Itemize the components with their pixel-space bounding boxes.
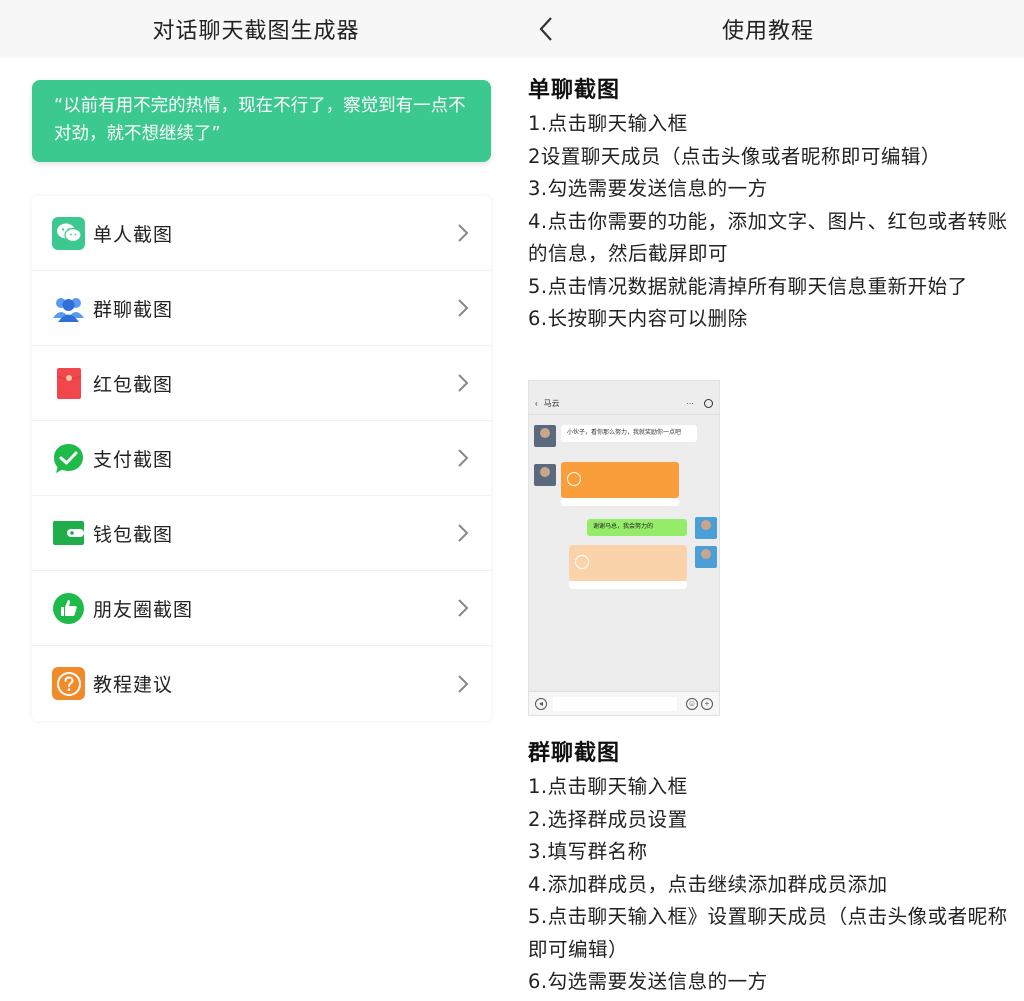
page-title: 对话聊天截图生成器 [152,19,360,44]
single-chat-steps: 1.点击聊天输入框 2设置聊天成员（点击头像或者昵称即可编辑） 3.勾选需要发送… [528,108,1018,336]
preview-avatar [695,517,717,539]
menu-item-moments[interactable]: 朋友圈截图 [32,571,491,646]
menu-label: 钱包截图 [93,523,174,546]
preview-message-bubble: 谢谢马总，我会努力的 [587,519,687,536]
chevron-right-icon [458,224,469,242]
quote-card: “以前有用不完的热情，现在不行了，察觉到有一点不对劲，就不想继续了” [32,80,491,162]
chevron-right-icon [458,299,469,317]
preview-plus-icon: + [701,697,713,710]
menu-item-group-chat[interactable]: 群聊截图 [32,271,491,346]
quote-text: “以前有用不完的热情，现在不行了，察觉到有一点不对劲，就不想继续了” [54,96,466,144]
step-item: 6.长按聊天内容可以删除 [528,307,748,330]
preview-input-bar: ◂ ☺ + [529,691,719,715]
step-item: 2设置聊天成员（点击头像或者昵称即可编辑） [528,144,941,168]
wallet-icon [52,517,85,550]
step-item: 4.添加群成员，点击继续添加群成员添加 [528,872,888,896]
preview-nav-bar: ‹ 马云 ··· [529,393,719,415]
step-item: 3.勾选需要发送信息的一方 [528,177,768,200]
preview-message-bubble: 小伙子，看你那么努力，我就奖励你一点吧 [561,425,697,442]
preview-transfer-card [569,545,687,581]
preview-avatar [534,425,556,447]
back-arrow-icon[interactable] [534,13,558,45]
step-item: 4.点击你需要的功能，添加文字、图片、红包或者转账的信息，然后截屏即可 [528,209,1008,266]
step-item: 6.勾选需要发送信息的一方 [528,970,768,993]
step-item: 5.点击聊天输入框》设置聊天成员（点击头像或者昵称即可编辑） [528,905,1008,961]
section-title-group-chat: 群聊截图 [528,741,621,766]
menu-label: 群聊截图 [93,298,174,321]
transfer-icon [567,472,581,486]
help-question-icon [52,667,85,700]
wechat-chat-icon [52,216,85,250]
preview-more-icon: ··· [686,399,694,408]
transfer-icon [575,555,589,569]
menu-label: 教程建议 [93,674,174,696]
step-item: 1.点击聊天输入框 [528,112,688,135]
left-header: 对话聊天截图生成器 [0,0,512,58]
menu-label: 单人截图 [93,223,174,246]
menu-label: 支付截图 [93,448,174,471]
menu-label: 朋友圈截图 [93,598,194,621]
step-item: 5.点击情况数据就能清掉所有聊天信息重新开始了 [528,274,968,298]
menu-item-wallet[interactable]: 钱包截图 [32,496,491,571]
menu-item-payment[interactable]: 支付截图 [32,421,491,496]
preview-input-field [553,696,677,711]
section-title-single-chat: 单聊截图 [528,78,621,103]
left-panel: 对话聊天截图生成器 “以前有用不完的热情，现在不行了，察觉到有一点不对劲，就不想… [0,0,512,1001]
chevron-right-icon [458,449,469,467]
preview-back-icon: ‹ [535,399,538,408]
preview-contact-name: 马云 [543,399,560,408]
step-item: 2.选择群成员设置 [528,807,688,831]
menu-item-red-packet[interactable]: 红包截图 [32,346,491,421]
step-item: 1.点击聊天输入框 [528,775,688,798]
menu-item-single-chat[interactable]: 单人截图 [32,196,491,271]
moments-like-icon [52,592,85,625]
preview-voice-icon: ◂ [535,697,547,710]
tutorial-title: 使用教程 [721,19,814,44]
step-item: 3.填写群名称 [528,840,648,863]
preview-status-bar [529,381,719,393]
preview-avatar [695,546,717,568]
preview-avatar [534,464,556,486]
red-packet-icon [52,367,85,400]
chevron-right-icon [458,674,469,693]
menu-item-tutorial[interactable]: 教程建议 [32,646,491,721]
preview-transfer-footer [569,581,687,589]
preview-transfer-card [561,462,679,498]
group-users-icon [52,292,85,325]
preview-transfer-footer [561,498,679,506]
chevron-right-icon [458,599,469,617]
chat-preview-image: ‹ 马云 ··· 小伙子，看你那么努力，我就奖励你一点吧 谢谢马总，我会努力的 … [528,380,720,716]
group-chat-steps: 1.点击聊天输入框 2.选择群成员设置 3.填写群名称 4.添加群成员，点击继续… [528,771,1018,999]
right-header: 使用教程 [512,0,1024,58]
preview-emoji-icon: ☺ [686,697,698,710]
preview-profile-icon [704,399,713,408]
chevron-right-icon [458,524,469,542]
feature-menu: 单人截图 群聊截图 红包截图 支付截图 钱包截图 朋友圈截图 教程建议 [32,196,491,721]
chevron-right-icon [458,374,469,392]
menu-label: 红包截图 [93,373,174,396]
payment-check-icon [52,442,85,475]
